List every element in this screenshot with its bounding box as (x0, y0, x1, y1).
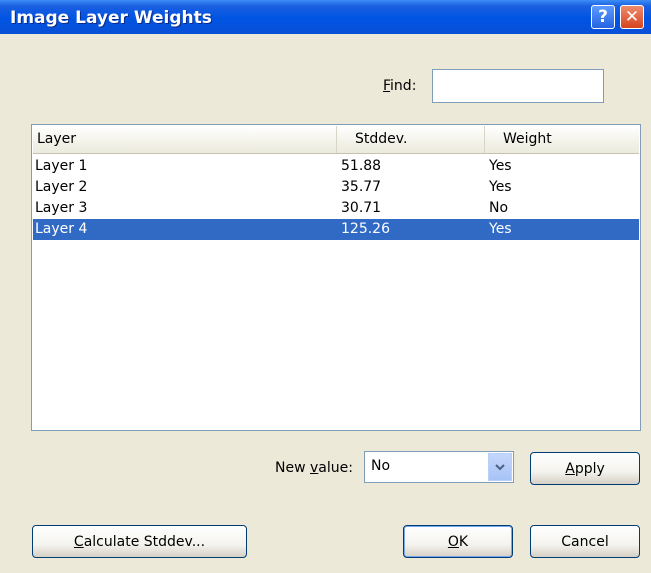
title-bar[interactable]: Image Layer Weights ? ✕ (0, 0, 651, 34)
stddev-cell: 51.88 (341, 158, 382, 174)
close-icon: ✕ (624, 7, 640, 27)
cancel-button[interactable]: Cancel (530, 525, 640, 558)
layer-cell: Layer 1 (35, 158, 88, 174)
column-header-weight[interactable]: Weight (485, 126, 639, 153)
help-icon: ? (598, 7, 608, 27)
ok-button[interactable]: OK (403, 525, 513, 558)
stddev-cell: 30.71 (341, 200, 382, 216)
layer-list[interactable]: Layer Stddev. Weight Layer 1 51.88 Yes L… (31, 124, 641, 431)
column-header-layer[interactable]: Layer (33, 126, 337, 153)
close-button[interactable]: ✕ (620, 5, 644, 29)
weight-cell: Yes (489, 179, 512, 195)
calculate-stddev-button[interactable]: Calculate Stddev... (32, 525, 247, 558)
find-label: Find: (383, 78, 417, 94)
layer-cell: Layer 2 (35, 179, 88, 195)
chevron-down-icon (495, 464, 505, 471)
dropdown-button[interactable] (488, 453, 512, 481)
stddev-cell: 125.26 (341, 221, 390, 237)
layer-cell: Layer 4 (35, 221, 88, 237)
weight-cell: Yes (489, 158, 512, 174)
table-row-selected[interactable]: Layer 4 125.26 Yes (33, 219, 639, 240)
column-header-stddev[interactable]: Stddev. (337, 126, 485, 153)
new-value-label: New value: (275, 460, 353, 476)
dialog-window: Image Layer Weights ? ✕ Find: Layer Stdd… (0, 0, 651, 573)
help-button[interactable]: ? (591, 5, 615, 29)
weight-cell: Yes (489, 221, 512, 237)
table-row[interactable]: Layer 2 35.77 Yes (33, 177, 639, 198)
window-title: Image Layer Weights (10, 8, 212, 28)
table-row[interactable]: Layer 1 51.88 Yes (33, 156, 639, 177)
list-header: Layer Stddev. Weight (33, 126, 639, 154)
new-value-selected: No (371, 458, 391, 474)
layer-cell: Layer 3 (35, 200, 88, 216)
weight-cell: No (489, 200, 509, 216)
new-value-select[interactable]: No (364, 451, 514, 483)
table-row[interactable]: Layer 3 30.71 No (33, 198, 639, 219)
find-input[interactable] (432, 69, 604, 103)
stddev-cell: 35.77 (341, 179, 382, 195)
apply-button[interactable]: Apply (530, 452, 640, 485)
